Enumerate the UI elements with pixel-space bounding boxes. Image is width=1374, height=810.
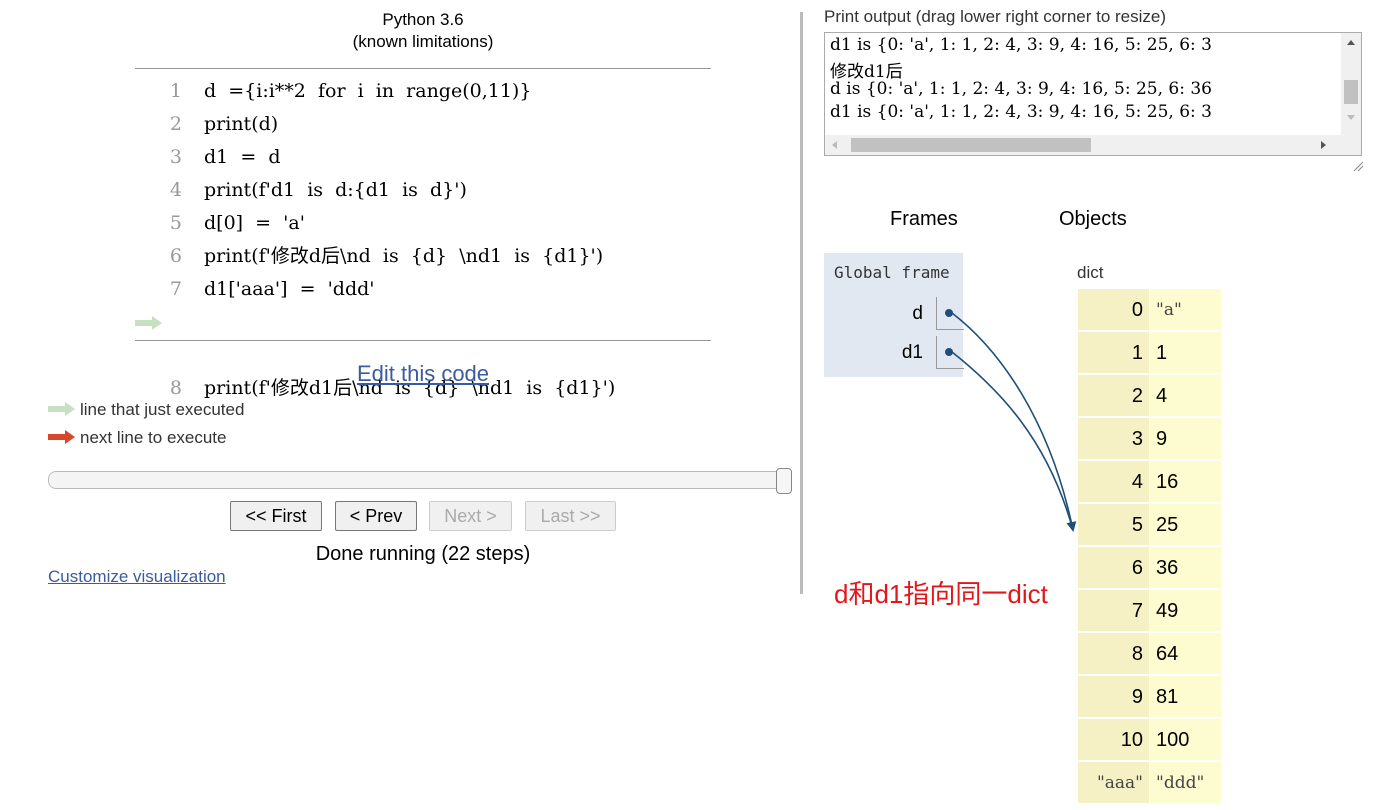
d-reference-arrow [951,312,1077,532]
limitations-line: (known limitations) [352,32,494,51]
first-button[interactable]: << First [230,501,322,531]
legend-just-executed: line that just executed [48,400,244,420]
output-line: d1 is {0: 'a', 1: 1, 2: 4, 3: 9, 4: 16, … [830,35,1212,55]
dict-entry: 39 [1078,418,1221,461]
global-frame-title: Global frame [834,263,950,282]
global-frame: Global frame d d1 [824,253,964,377]
last-button[interactable]: Last >> [525,501,616,531]
output-line: d1 is {0: 'a', 1: 1, 2: 4, 3: 9, 4: 16, … [830,102,1212,122]
dict-entry: 10 100 [1078,719,1221,762]
var-d: d [912,303,923,324]
just-executed-arrow-icon [135,316,162,330]
var-d-pointer-box [936,297,964,330]
dict-entry: 8 64 [1078,633,1221,676]
panel-divider [800,12,803,594]
run-status: Done running (22 steps) [315,543,531,565]
pointer-dot-icon [945,348,953,356]
frames-heading: Frames [890,208,958,230]
code-line: 1d ={i:i**2 for i in range(0,11)} [169,80,532,102]
code-listing: 1d ={i:i**2 for i in range(0,11)} 2 print… [135,68,711,399]
annotation-text: d和d1指向同一dict [834,579,1048,609]
code-line: 6 print(f'修改d后\nd is {d} \nd1 is {d1}') [169,245,604,267]
dict-entry: 4 16 [1078,461,1221,504]
edit-code-link[interactable]: Edit this code [357,361,489,386]
print-output-label: Print output (drag lower right corner to… [824,7,1167,26]
horizontal-scroll-icons [832,138,1326,152]
vertical-scrollbar[interactable] [1341,33,1361,135]
print-output-box[interactable]: d1 is {0: 'a', 1: 1, 2: 4, 3: 9, 4: 16, … [824,32,1362,156]
dict-entry: "aaa" "ddd" [1078,762,1221,805]
var-d1: d1 [901,342,923,363]
resize-grip-icon[interactable] [1352,160,1364,172]
dict-entry: 9 81 [1078,676,1221,719]
dict-type-label: dict [1077,263,1104,282]
dict-entry: 11 [1078,332,1221,375]
scroll-corner [1341,135,1361,155]
customize-link-wrap: Customize visualization [48,567,226,587]
code-line: 3 d1 = d [169,146,281,168]
horizontal-scrollbar[interactable] [825,135,1341,155]
edit-code-link-wrap: Edit this code [0,361,846,387]
vertical-scroll-icons [1344,40,1358,120]
pointer-dot-icon [945,309,953,317]
red-arrow-icon [48,430,75,444]
language-title: Python 3.6 [382,10,464,29]
step-slider[interactable] [48,468,792,494]
dict-entry: 24 [1078,375,1221,418]
code-line: 7 d1['aaa'] = 'ddd' [169,278,375,300]
known-limitations-link[interactable]: known limitations [358,32,487,51]
dict-entry: 0 "a" [1078,289,1221,332]
output-line: d is {0: 'a', 1: 1, 2: 4, 3: 9, 4: 16, 5… [830,79,1212,99]
dict-entry: 5 25 [1078,504,1221,547]
customize-visualization-link[interactable]: Customize visualization [48,567,226,586]
code-line: 4 print(f'd1 is d:{d1 is d}') [169,179,467,201]
d1-reference-arrow [951,351,1074,531]
code-line-current: 8 print(f'修改d1后\nd is {d} \nd1 is {d1}') [135,306,711,399]
dict-entry: 7 49 [1078,590,1221,633]
dict-object: 0 "a" 11 24 39 4 16 5 25 6 36 7 49 8 64 9 81 10… [1078,289,1221,805]
var-d1-pointer-box [936,336,964,369]
legend-next-line: next line to execute [48,428,226,448]
slider-handle[interactable] [776,468,792,494]
next-button[interactable]: Next > [429,501,512,531]
code-line: 2 print(d) [169,113,279,135]
code-line: 5 d[0] = 'a' [169,212,305,234]
dict-entry: 6 36 [1078,547,1221,590]
green-arrow-icon [48,402,75,416]
prev-button[interactable]: < Prev [335,501,417,531]
objects-heading: Objects [1059,208,1127,230]
